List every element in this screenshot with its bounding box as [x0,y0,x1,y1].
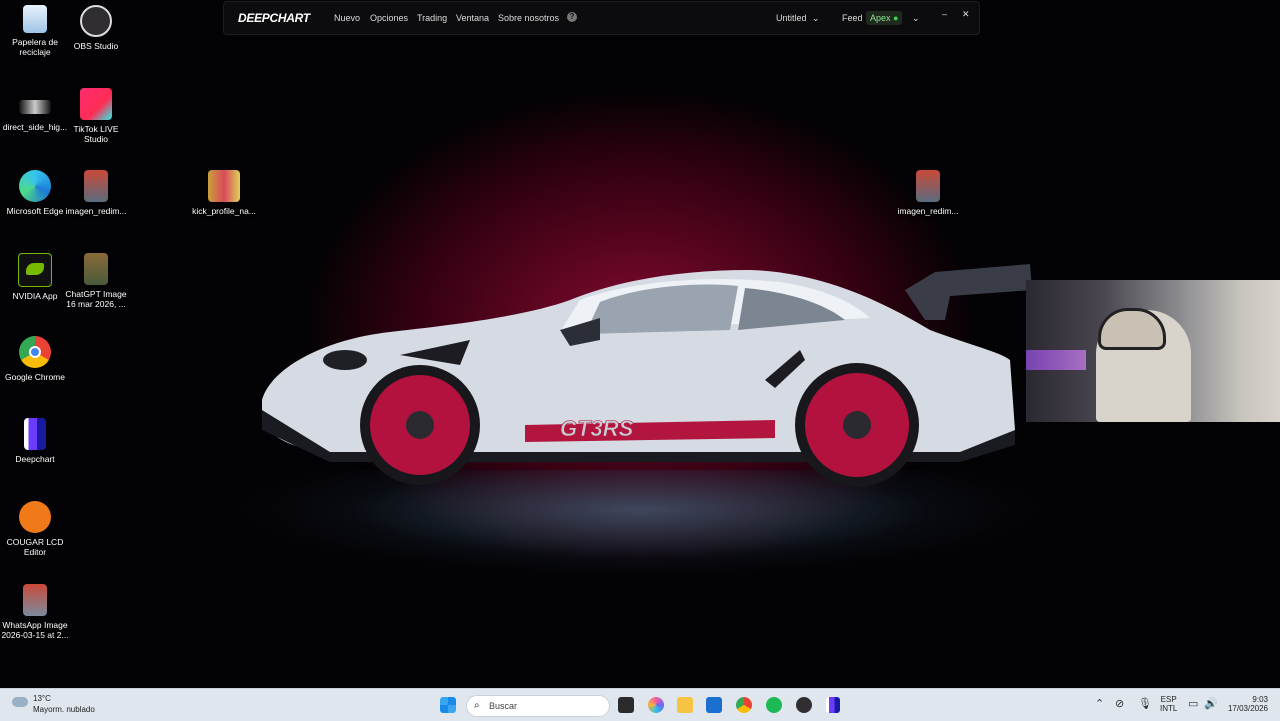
status-dot-icon: ● [893,13,899,23]
video-file-icon [19,100,51,114]
desktop-icon-label: COUGAR LCD Editor [6,537,64,557]
desktop-icon-label: Microsoft Edge [6,206,64,216]
desktop-icon-label: Google Chrome [4,372,65,382]
desktop-icon-imagen-1[interactable]: imagen_redim... [61,170,131,216]
desktop-icon-label: Papelera de reciclaje [12,37,58,57]
webcam-overlay [1026,280,1280,422]
help-icon[interactable]: ? [567,12,577,22]
workspace-selector[interactable]: Untitled [776,13,807,23]
desktop-icon-label: WhatsApp Image 2026-03-15 at 2... [1,620,69,640]
nvidia-icon [18,253,52,287]
menu-trading[interactable]: Trading [417,13,447,23]
desktop-icon-recycle-bin[interactable]: Papelera de reciclaje [0,5,70,57]
language-bottom: INTL [1160,704,1178,713]
microphone-icon[interactable]: 🎙 [1138,697,1152,710]
menu-nuevo[interactable]: Nuevo [334,13,360,23]
desktop-icon-label: OBS Studio [73,41,119,51]
image-file-icon [84,170,108,202]
task-view-icon[interactable] [618,697,634,713]
weather-desc: Mayorm. nublado [33,705,95,714]
feed-status-badge[interactable]: Apex ● [866,11,903,25]
desktop-icon-label: direct_side_hig... [2,122,68,132]
image-file-icon [84,253,108,285]
desktop-icon-label: imagen_redim... [897,206,959,216]
desktop-icon-label: imagen_redim... [65,206,127,216]
display-icon[interactable]: ▭ [1188,697,1198,710]
deepchart-logo: DEEPCHART [238,11,310,25]
menu-sobre-nosotros[interactable]: Sobre nosotros [498,13,559,23]
desktop-icon-label: Deepchart [15,454,55,464]
volume-icon[interactable]: 🔊 [1204,697,1218,710]
chrome-icon [19,336,51,368]
obs-icon [80,5,112,37]
desktop-icon-whatsapp-image[interactable]: WhatsApp Image 2026-03-15 at 2... [0,584,70,640]
desktop-icon-deepchart[interactable]: Deepchart [0,418,70,464]
deepchart-topbar: DEEPCHART Nuevo Opciones Trading Ventana… [223,1,980,35]
spotify-icon[interactable] [766,697,782,713]
desktop-icon-nvidia[interactable]: NVIDIA App [0,253,70,301]
language-top: ESP [1160,695,1177,704]
hidden-eye-icon[interactable]: ⊘ [1115,697,1124,710]
feed-value: Apex [870,13,891,23]
desktop-icon-label: NVIDIA App [12,291,58,301]
feed-label: Feed [842,13,863,23]
desktop-icon-cougar[interactable]: COUGAR LCD Editor [0,501,70,557]
menu-ventana[interactable]: Ventana [456,13,489,23]
desktop-icon-kick-profile[interactable]: kick_profile_na... [189,170,259,216]
desktop-icon-obs[interactable]: OBS Studio [61,5,131,51]
clock-time: 9:03 [1252,695,1268,704]
tiktok-icon [80,88,112,120]
language-indicator[interactable]: ESP INTL [1160,695,1177,713]
minimize-button[interactable]: – [942,9,947,19]
weather-temp: 13°C [33,694,51,703]
deepchart-icon [24,418,46,450]
desktop-icon-chrome[interactable]: Google Chrome [0,336,70,382]
desktop-icon-video[interactable]: direct_side_hig... [0,96,70,132]
image-file-icon [208,170,240,202]
webcam-keyboard-light [1026,350,1086,370]
deepchart-taskbar-icon[interactable] [826,697,840,713]
cougar-icon [19,501,51,533]
chevron-down-icon[interactable]: ⌄ [912,13,920,24]
edge-icon [19,170,51,202]
store-icon[interactable] [706,697,722,713]
start-button[interactable] [440,697,456,713]
desktop-icon-label: TikTok LIVE Studio [73,124,119,144]
chevron-down-icon[interactable]: ⌄ [812,13,820,24]
clock[interactable]: 9:03 17/03/2026 [1224,695,1268,713]
desktop-icon-edge[interactable]: Microsoft Edge [0,170,70,216]
taskbar: 13°C Mayorm. nublado ⌕ Buscar ⌃ ⊘ 🎙 ESP … [0,688,1280,721]
desktop-icon-imagen-2[interactable]: imagen_redim... [893,170,963,216]
file-explorer-icon[interactable] [677,697,693,713]
car-badge-text: GT3RS [560,416,634,441]
taskbar-search[interactable]: ⌕ Buscar [466,695,610,717]
desktop-icon-label: kick_profile_na... [192,206,256,216]
search-placeholder: Buscar [489,701,518,711]
obs-taskbar-icon[interactable] [796,697,812,713]
desktop-icon-chatgpt-image[interactable]: ChatGPT Image 16 mar 2026, ... [61,253,131,309]
desktop-icon-tiktok[interactable]: TikTok LIVE Studio [61,88,131,144]
search-icon: ⌕ [474,700,480,711]
close-button[interactable]: ✕ [962,9,970,20]
copilot-icon[interactable] [648,697,664,713]
menu-opciones[interactable]: Opciones [370,13,408,23]
image-file-icon [23,584,47,616]
cloud-icon [12,697,28,707]
chevron-up-icon[interactable]: ⌃ [1095,697,1104,710]
recycle-bin-icon [23,5,47,33]
desktop-icon-label: ChatGPT Image 16 mar 2026, ... [65,289,127,309]
chrome-taskbar-icon[interactable] [736,697,752,713]
image-file-icon [916,170,940,202]
clock-date: 17/03/2026 [1227,704,1268,713]
